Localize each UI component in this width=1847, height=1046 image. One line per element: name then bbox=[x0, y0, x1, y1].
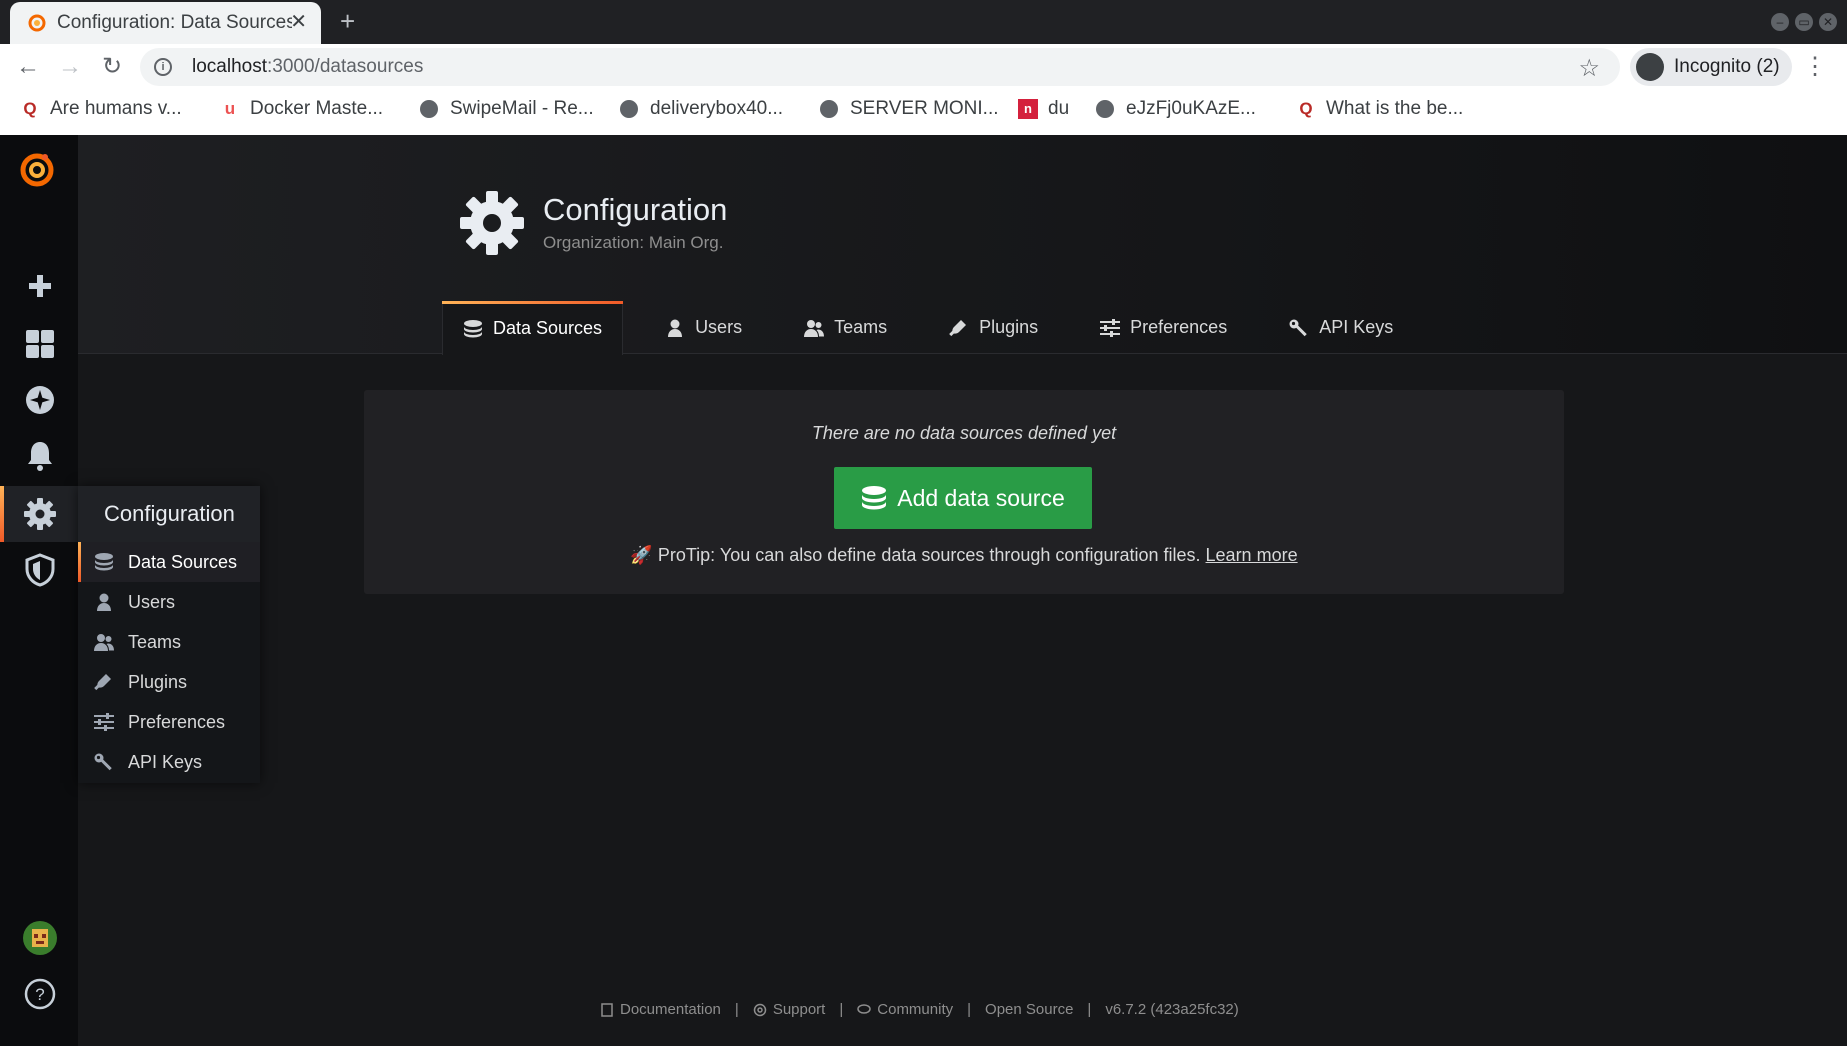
maximize-button[interactable]: ▭ bbox=[1795, 13, 1813, 31]
users-icon bbox=[94, 634, 114, 651]
sidebar-item-teams[interactable]: Teams bbox=[78, 622, 260, 662]
sidebar-item-users[interactable]: Users bbox=[78, 582, 260, 622]
empty-message: There are no data sources defined yet bbox=[811, 423, 1117, 443]
browser-tab[interactable]: Configuration: Data Sources - Grafana ✕ bbox=[10, 2, 321, 44]
shield-icon[interactable] bbox=[22, 552, 58, 588]
svg-text:?: ? bbox=[35, 985, 44, 1004]
tab-plugins[interactable]: Plugins bbox=[929, 301, 1058, 354]
explore-compass-icon[interactable] bbox=[22, 382, 58, 418]
tab-users[interactable]: Users bbox=[645, 301, 762, 354]
empty-list-card: There are no data sources defined yet Ad… bbox=[364, 390, 1564, 594]
bookmark-star-icon[interactable]: ☆ bbox=[1578, 54, 1600, 83]
incognito-label: Incognito (2) bbox=[1674, 56, 1780, 77]
user-icon bbox=[97, 593, 111, 611]
plug-icon bbox=[949, 319, 967, 336]
tab-teams[interactable]: Teams bbox=[784, 301, 907, 354]
documentation-link[interactable]: Documentation bbox=[620, 1001, 721, 1018]
quora-icon: Q bbox=[23, 99, 37, 118]
browser-toolbar: ← → ↻ i localhost:3000/datasources ☆ Inc… bbox=[0, 44, 1847, 90]
config-tabs: Data Sources Users Teams Plugins Prefere… bbox=[442, 301, 1435, 355]
gear-icon bbox=[460, 191, 524, 255]
side-menu: ? bbox=[0, 135, 78, 1046]
address-bar[interactable]: i localhost:3000/datasources ☆ bbox=[140, 48, 1620, 86]
protip: 🚀 ProTip: You can also define data sourc… bbox=[630, 545, 1298, 565]
back-button[interactable]: ← bbox=[14, 53, 42, 81]
gear-icon[interactable] bbox=[22, 496, 58, 532]
learn-more-link[interactable]: Learn more bbox=[1206, 545, 1298, 565]
bookmark-item[interactable]: SERVER MONI... bbox=[820, 98, 999, 120]
key-icon bbox=[94, 753, 112, 771]
bookmark-item[interactable]: u Docker Maste... bbox=[220, 98, 383, 120]
database-icon bbox=[95, 553, 113, 571]
users-icon bbox=[804, 319, 825, 337]
add-data-source-button[interactable]: Add data source bbox=[834, 467, 1092, 529]
forward-button[interactable]: → bbox=[56, 53, 84, 81]
configuration-dropdown: Configuration Data Sources Users Teams P… bbox=[78, 486, 260, 783]
globe-icon bbox=[820, 100, 838, 118]
database-icon bbox=[464, 319, 482, 337]
udemy-icon: u bbox=[224, 99, 236, 118]
browser-tab-title: Configuration: Data Sources - Grafana bbox=[57, 12, 292, 33]
plug-icon bbox=[94, 674, 111, 691]
user-icon bbox=[668, 319, 683, 337]
sliders-icon bbox=[1100, 318, 1121, 337]
bookmark-item[interactable]: deliverybox40... bbox=[620, 98, 783, 120]
key-icon bbox=[1289, 319, 1307, 336]
browser-menu-icon[interactable]: ⋮ bbox=[1803, 52, 1827, 81]
dropdown-title[interactable]: Configuration bbox=[78, 486, 260, 542]
tab-close-icon[interactable]: ✕ bbox=[290, 12, 307, 32]
page-subtitle: Organization: Main Org. bbox=[543, 233, 724, 252]
globe-icon bbox=[620, 100, 638, 118]
sliders-icon bbox=[94, 713, 114, 731]
globe-icon bbox=[420, 100, 438, 118]
sidebar-item-preferences[interactable]: Preferences bbox=[78, 702, 260, 742]
page-title: Configuration bbox=[543, 192, 728, 227]
bookmark-item[interactable]: n du bbox=[1018, 98, 1069, 120]
sidebar-item-data-sources[interactable]: Data Sources bbox=[78, 542, 260, 582]
tab-preferences[interactable]: Preferences bbox=[1080, 301, 1247, 354]
help-icon[interactable]: ? bbox=[22, 976, 58, 1012]
close-window-button[interactable]: ✕ bbox=[1819, 13, 1837, 31]
rocket-icon: 🚀 bbox=[630, 545, 653, 565]
bookmark-item[interactable]: eJzFj0uKAzE... bbox=[1096, 98, 1256, 120]
grafana-logo-icon[interactable] bbox=[17, 149, 57, 189]
support-link[interactable]: Support bbox=[773, 1001, 826, 1018]
incognito-icon bbox=[1636, 53, 1664, 81]
community-link[interactable]: Community bbox=[877, 1001, 953, 1018]
bookmark-item[interactable]: SwipeMail - Re... bbox=[420, 98, 594, 120]
url-text[interactable]: localhost:3000/datasources bbox=[192, 56, 423, 78]
database-icon bbox=[862, 486, 887, 510]
browser-tabstrip: Configuration: Data Sources - Grafana ✕ … bbox=[0, 0, 1847, 44]
minimize-button[interactable]: – bbox=[1771, 13, 1789, 31]
dashboards-icon[interactable] bbox=[22, 326, 58, 362]
incognito-badge[interactable]: Incognito (2) bbox=[1630, 48, 1792, 86]
new-tab-button[interactable]: + bbox=[340, 8, 355, 34]
avatar[interactable] bbox=[22, 920, 58, 956]
bookmarks-bar: Q Are humans v... u Docker Maste... Swip… bbox=[0, 90, 1847, 136]
globe-icon bbox=[1096, 100, 1114, 118]
page-header: Configuration Organization: Main Org. Da… bbox=[78, 135, 1847, 355]
tab-api-keys[interactable]: API Keys bbox=[1269, 301, 1413, 354]
tab-data-sources[interactable]: Data Sources bbox=[442, 301, 624, 355]
du-icon: n bbox=[1018, 99, 1038, 119]
reload-button[interactable]: ↻ bbox=[98, 53, 126, 81]
grafana-favicon-icon bbox=[28, 14, 46, 32]
bell-icon[interactable] bbox=[22, 438, 58, 474]
bookmark-item[interactable]: Q Are humans v... bbox=[20, 98, 181, 120]
open-source-link[interactable]: Open Source bbox=[985, 1001, 1073, 1018]
side-menu-active-indicator bbox=[0, 486, 4, 542]
quora-icon: Q bbox=[1299, 99, 1313, 118]
bookmark-item[interactable]: Q What is the be... bbox=[1296, 98, 1463, 120]
window-controls: – ▭ ✕ bbox=[1771, 13, 1837, 31]
sidebar-item-plugins[interactable]: Plugins bbox=[78, 662, 260, 702]
comments-icon bbox=[857, 1003, 872, 1014]
version-label: v6.7.2 (423a25fc32) bbox=[1105, 1001, 1239, 1018]
plus-icon[interactable] bbox=[22, 268, 58, 304]
footer: Documentation | Support | Community | Op… bbox=[600, 1001, 1239, 1018]
support-icon bbox=[753, 1003, 767, 1016]
sidebar-item-api-keys[interactable]: API Keys bbox=[78, 742, 260, 782]
info-icon[interactable]: i bbox=[154, 58, 172, 76]
grafana-app: Configuration Organization: Main Org. Da… bbox=[0, 135, 1847, 1046]
document-icon bbox=[601, 1002, 613, 1017]
